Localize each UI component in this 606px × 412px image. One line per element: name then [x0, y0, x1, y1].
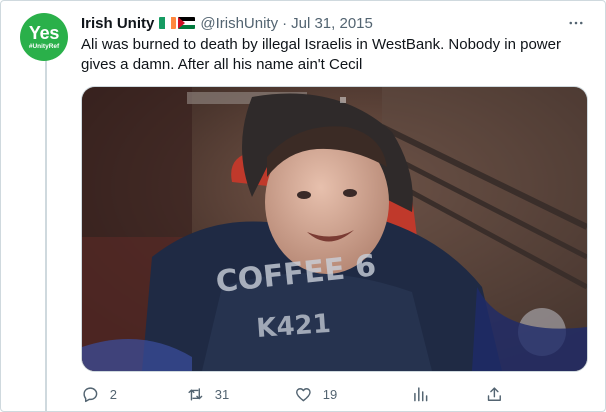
- author-handle[interactable]: @IrishUnity: [200, 15, 278, 32]
- flag-palestine-icon: [178, 17, 196, 29]
- avatar[interactable]: Yes #UnityRef: [20, 13, 68, 61]
- views-button[interactable]: [411, 383, 430, 405]
- action-bar: 2 31 19: [81, 383, 591, 405]
- avatar-sub-text: #UnityRef: [28, 42, 60, 50]
- reply-icon: [83, 387, 98, 402]
- flag-ireland-icon: [159, 17, 177, 29]
- tweet-text: Ali was burned to death by illegal Israe…: [81, 36, 561, 73]
- header-separator: ·: [282, 14, 288, 32]
- tweet-photo[interactable]: COFFEE 6 K421: [81, 86, 588, 372]
- more-options-button[interactable]: [566, 13, 586, 33]
- retweet-button[interactable]: 31: [186, 383, 229, 405]
- author-flags: [159, 17, 196, 29]
- share-icon: [487, 387, 501, 401]
- author-name[interactable]: Irish Unity: [81, 15, 154, 32]
- photo-image: COFFEE 6 K421: [82, 87, 587, 371]
- share-button[interactable]: [485, 383, 504, 405]
- like-button[interactable]: 19: [294, 383, 337, 405]
- views-icon: [414, 387, 428, 401]
- retweet-count: 31: [214, 386, 230, 402]
- tweet-date[interactable]: Jul 31, 2015: [291, 15, 373, 32]
- avatar-main-text: Yes: [28, 22, 60, 43]
- reply-button[interactable]: 2: [81, 383, 117, 405]
- ellipsis-icon: [569, 21, 583, 25]
- retweet-icon: [188, 387, 203, 401]
- like-count: 19: [322, 386, 338, 402]
- shirt-number-text: K421: [255, 309, 331, 344]
- tweet-header: Irish Unity @IrishUnity · Jul 31, 2015: [81, 13, 373, 33]
- reply-count: 2: [109, 386, 117, 402]
- thread-line: [45, 60, 47, 412]
- heart-icon: [296, 387, 311, 401]
